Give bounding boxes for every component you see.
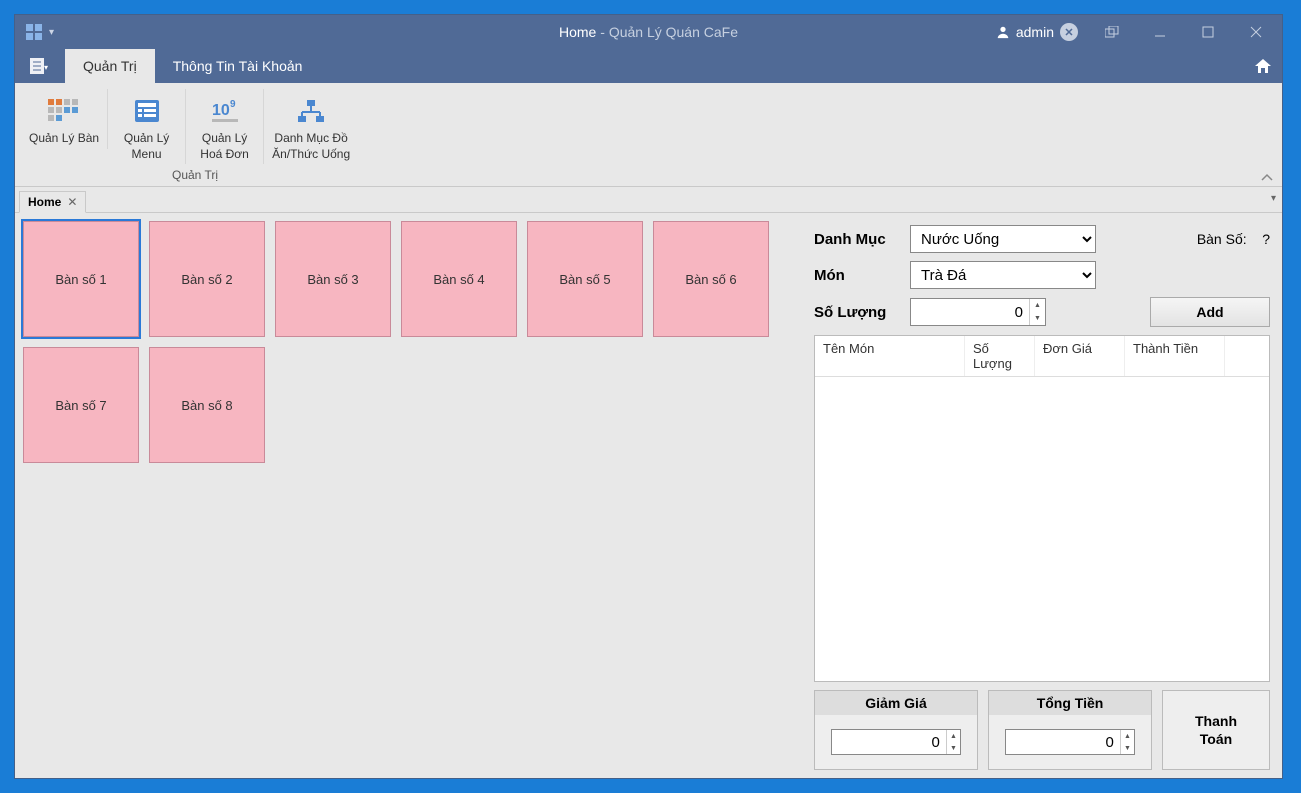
tong-tien-stepper[interactable]: ▲ ▼ [1005,729,1135,755]
tab-thong-tin-tai-khoan[interactable]: Thông Tin Tài Khoản [155,49,321,83]
box-giam-gia: Giảm Giá ▲ ▼ [814,690,978,770]
ribbon-quan-ly-menu[interactable]: Quản LýMenu [108,89,186,164]
ribbon-collapse-icon[interactable] [1260,172,1274,182]
file-menu-button[interactable]: ▾ [15,49,65,83]
user-close-icon[interactable]: ✕ [1060,23,1078,41]
col-thanh-tien[interactable]: Thành Tiền [1125,336,1225,376]
titlebar: ▾ Home - Quản Lý Quán CaFe admin ✕ [15,15,1282,49]
title-page: Home [559,24,596,40]
label-tong-tien: Tổng Tiền [989,691,1151,715]
label-giam-gia: Giảm Giá [815,691,977,715]
col-don-gia[interactable]: Đơn Giá [1035,336,1125,376]
tabstrip-more-icon[interactable]: ▾ [1271,193,1276,204]
col-so-luong[interactable]: Số Lượng [965,336,1035,376]
ribbon-label: Quản Lý Bàn [29,131,99,147]
quantity-input[interactable] [911,299,1029,325]
select-mon[interactable]: Trà Đá [910,261,1096,289]
document-tabstrip: Home ✕ ▾ [15,187,1282,213]
spin-down-icon[interactable]: ▼ [947,742,960,754]
user-pill[interactable]: admin ✕ [988,23,1086,41]
ribbon-quan-ly-hoa-don[interactable]: 109 Quản LýHoá Đơn [186,89,264,164]
spin-up-icon[interactable]: ▲ [947,730,960,742]
title-app: Quản Lý Quán CaFe [609,24,738,40]
order-grid[interactable]: Tên Món Số Lượng Đơn Giá Thành Tiền [814,335,1270,682]
tables-area: Bàn số 1 Bàn số 2 Bàn số 3 Bàn số 4 Bàn … [23,221,804,770]
label-ban-so: Bàn Số: [1197,231,1247,247]
value-ban-so: ? [1262,231,1270,247]
home-icon[interactable] [1254,49,1272,83]
list-icon [129,93,165,129]
label-so-luong: Số Lượng [814,304,900,321]
svg-text:▾: ▾ [44,63,48,72]
table-card[interactable]: Bàn số 2 [149,221,265,337]
giam-gia-input[interactable] [832,730,946,754]
ribbon-quan-ly-ban[interactable]: Quản Lý Bàn [21,89,108,149]
table-card[interactable]: Bàn số 1 [23,221,139,337]
col-ten-mon[interactable]: Tên Món [815,336,965,376]
svg-text:10: 10 [212,102,230,119]
desktop-background [0,0,14,793]
ribbon-caption: Quản Trị [15,166,375,186]
doc-tab-home[interactable]: Home ✕ [19,191,86,213]
org-chart-icon [293,93,329,129]
svg-text:9: 9 [230,99,236,110]
add-button[interactable]: Add [1150,297,1270,327]
close-button[interactable] [1234,18,1278,46]
tong-tien-input[interactable] [1006,730,1120,754]
select-danh-muc[interactable]: Nước Uống [910,225,1096,253]
quantity-stepper[interactable]: ▲ ▼ [910,298,1046,326]
exponent-icon: 109 [207,93,243,129]
spin-up-icon[interactable]: ▲ [1030,299,1045,312]
workspace: Bàn số 1 Bàn số 2 Bàn số 3 Bàn số 4 Bàn … [15,213,1282,778]
menubar: ▾ Quản Trị Thông Tin Tài Khoản [15,49,1282,83]
maximize-button[interactable] [1186,18,1230,46]
order-panel: Danh Mục Nước Uống Bàn Số: ? Món Trà Đá … [814,221,1274,770]
label-danh-muc: Danh Mục [814,231,900,248]
box-tong-tien: Tổng Tiền ▲ ▼ [988,690,1152,770]
spin-up-icon[interactable]: ▲ [1121,730,1134,742]
ribbon-danh-muc[interactable]: Danh Mục ĐồĂn/Thức Uống [264,89,358,164]
grid-header: Tên Món Số Lượng Đơn Giá Thành Tiền [815,336,1269,377]
spin-down-icon[interactable]: ▼ [1030,312,1045,325]
table-card[interactable]: Bàn số 4 [401,221,517,337]
doc-tab-close-icon[interactable]: ✕ [67,195,77,209]
minimize-button[interactable] [1138,18,1182,46]
doc-tab-label: Home [28,195,61,209]
table-card[interactable]: Bàn số 6 [653,221,769,337]
grid-icon [46,93,82,129]
user-icon [996,25,1010,39]
user-name: admin [1016,24,1054,40]
giam-gia-stepper[interactable]: ▲ ▼ [831,729,961,755]
app-icon [25,23,43,41]
qat-dropdown-icon[interactable]: ▾ [49,27,54,38]
col-empty [1225,336,1269,376]
tab-quan-tri[interactable]: Quản Trị [65,49,155,83]
table-card[interactable]: Bàn số 5 [527,221,643,337]
thanh-toan-button[interactable]: ThanhToán [1162,690,1270,770]
restore-overlap-button[interactable] [1090,18,1134,46]
label-mon: Món [814,267,900,284]
table-card[interactable]: Bàn số 3 [275,221,391,337]
table-card[interactable]: Bàn số 8 [149,347,265,463]
table-card[interactable]: Bàn số 7 [23,347,139,463]
spin-down-icon[interactable]: ▼ [1121,742,1134,754]
app-window: ▾ Home - Quản Lý Quán CaFe admin ✕ [14,14,1283,779]
ribbon: Quản Lý Bàn Quản LýMenu 109 Quản LýHoá Đ… [15,83,1282,187]
